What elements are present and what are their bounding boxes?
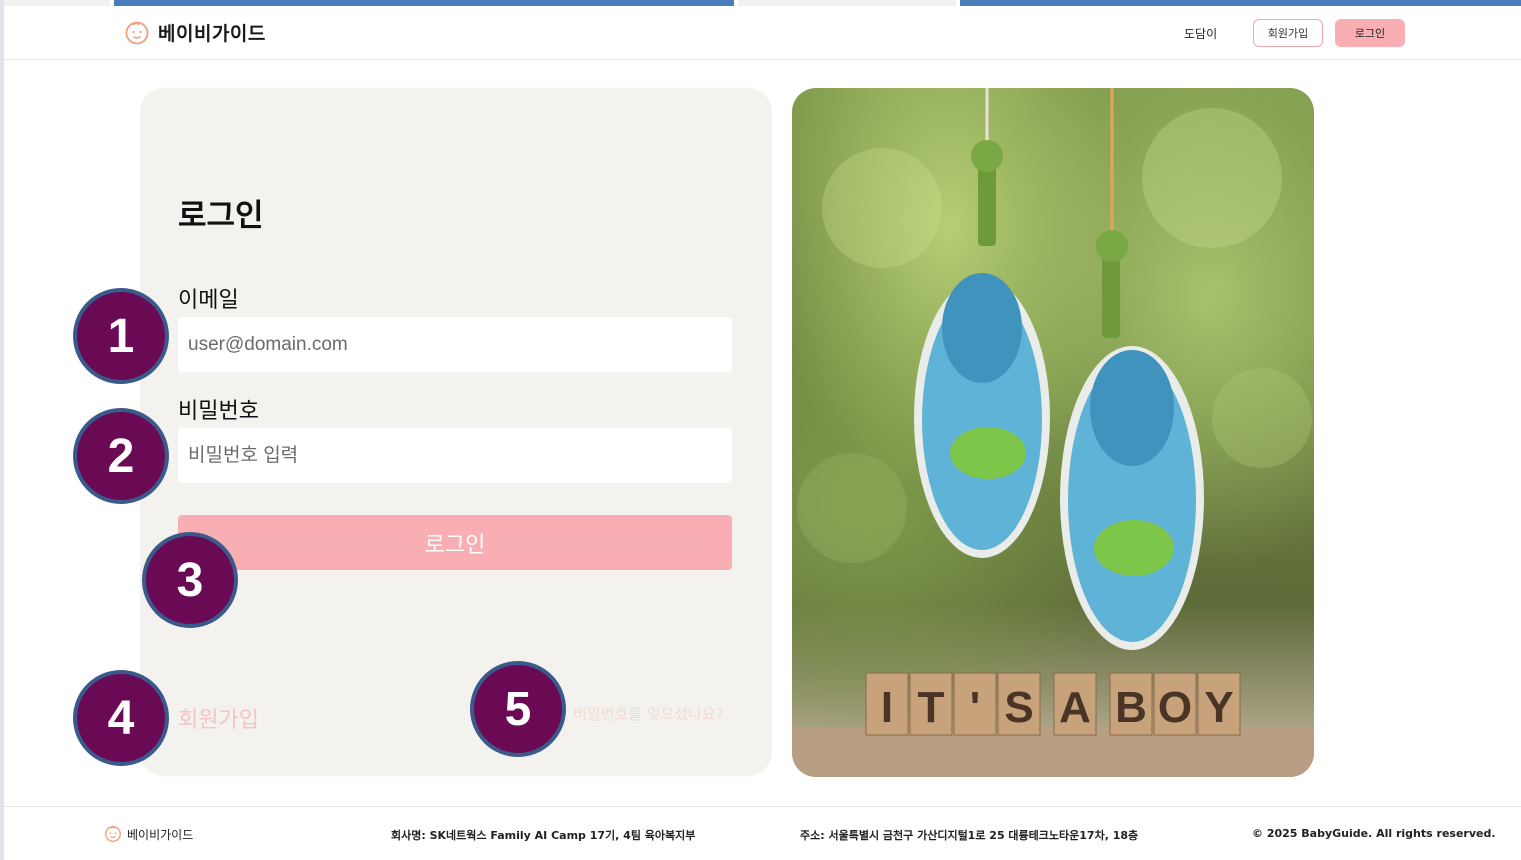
annotation-badge-2: 2 <box>73 408 169 504</box>
nav-link-dodami[interactable]: 도담이 <box>1184 25 1217 42</box>
page-title: 로그인 <box>178 198 264 234</box>
svg-text:I: I <box>881 683 893 732</box>
window-edge <box>0 0 4 860</box>
svg-text:': ' <box>970 683 980 732</box>
password-field[interactable] <box>178 428 732 483</box>
forgot-password-link[interactable]: 비밀번호를 잊으셨나요? <box>573 703 724 724</box>
slippers-illustration: I T ' S A B O Y <box>792 88 1314 777</box>
svg-text:T: T <box>918 683 945 732</box>
svg-text:S: S <box>1004 683 1033 732</box>
site-logo[interactable]: 베이비가이드 <box>124 19 266 46</box>
login-submit-button[interactable]: 로그인 <box>178 515 732 570</box>
hero-photo: I T ' S A B O Y <box>792 88 1314 777</box>
footer-logo[interactable]: 베이비가이드 <box>104 825 193 843</box>
site-header: 베이비가이드 도담이 회원가입 로그인 <box>4 6 1521 60</box>
svg-text:Y: Y <box>1204 683 1233 732</box>
logo-text: 베이비가이드 <box>158 23 266 45</box>
header-login-button[interactable]: 로그인 <box>1335 19 1405 47</box>
baby-face-icon <box>125 21 149 44</box>
annotation-badge-1: 1 <box>73 288 169 384</box>
baby-face-icon <box>105 826 121 842</box>
svg-text:B: B <box>1115 683 1147 732</box>
header-signup-button[interactable]: 회원가입 <box>1253 19 1323 47</box>
annotation-badge-4: 4 <box>73 670 169 766</box>
email-label: 이메일 <box>178 288 239 313</box>
footer-logo-text: 베이비가이드 <box>127 827 194 842</box>
site-footer: 베이비가이드 회사명: SK네트웍스 Family AI Camp 17기, 4… <box>4 806 1521 860</box>
password-label: 비밀번호 <box>178 399 259 424</box>
svg-text:A: A <box>1059 683 1091 732</box>
footer-company: 회사명: SK네트웍스 Family AI Camp 17기, 4팀 육아복지부 <box>391 829 696 842</box>
annotation-badge-5: 5 <box>470 661 566 757</box>
svg-text:O: O <box>1158 683 1192 732</box>
email-field[interactable] <box>178 317 732 372</box>
signup-link[interactable]: 회원가입 <box>178 702 259 734</box>
footer-copyright: © 2025 BabyGuide. All rights reserved. <box>1252 827 1496 840</box>
annotation-badge-3: 3 <box>142 532 238 628</box>
footer-address: 주소: 서울특별시 금천구 가산디지털1로 25 대륭테크노타운17차, 18층 <box>800 829 1139 842</box>
